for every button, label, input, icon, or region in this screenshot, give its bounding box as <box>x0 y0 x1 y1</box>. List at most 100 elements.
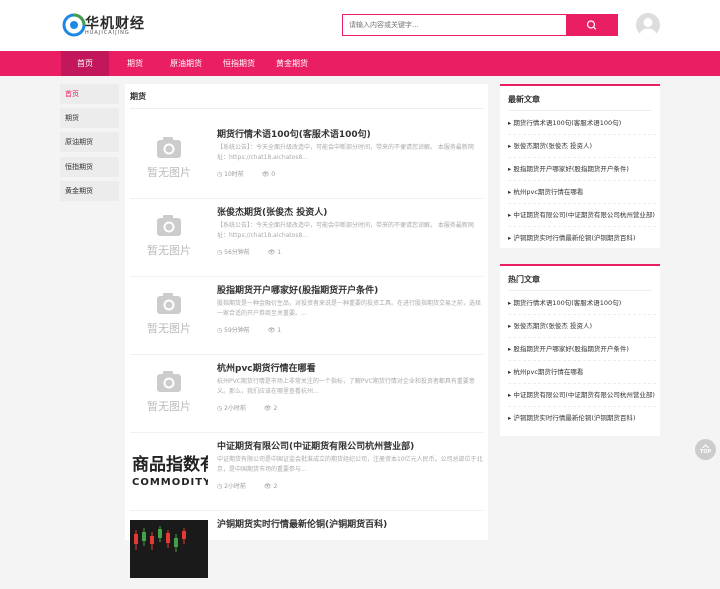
nav-item-hang-seng[interactable]: 恒指期货 <box>214 51 264 76</box>
user-avatar[interactable] <box>636 13 660 37</box>
article-thumbnail[interactable]: 商品指数有 COMMODITY IN <box>130 444 208 504</box>
section-divider <box>130 108 483 109</box>
search-input[interactable] <box>343 15 567 35</box>
latest-article-link[interactable]: ▸ 沪铜期货实时行情最新伦铜(沪铜期货百科) <box>508 227 656 250</box>
clock-icon: ◷ <box>217 171 223 178</box>
back-to-top-button[interactable]: TOP <box>695 439 716 460</box>
no-image-label: 暂无图片 <box>147 166 191 179</box>
article-excerpt: 股指期货是一种金融衍生品，对投资者来说是一种重要的投资工具。在进行股指期货交易之… <box>217 300 482 317</box>
hot-articles-title: 热门文章 <box>508 275 540 284</box>
search-icon <box>586 20 597 30</box>
article-item: 商品指数有 COMMODITY IN 中证期货有限公司(中证期货有限公司杭州营业… <box>130 433 483 511</box>
article-time: 56分钟前 <box>224 249 250 256</box>
article-excerpt: 杭州PVC期货行情是市场上非常关注的一个指标，了解PVC期货行情对企业和投资者都… <box>217 378 475 395</box>
article-thumbnail[interactable]: 暂无图片 <box>130 362 208 420</box>
article-meta: ◷ 59分钟前 👁 1 <box>217 325 281 334</box>
article-excerpt: 中证期货有限公司是中国证监会批准成立的期货经纪公司，注册资本10亿元人民币。公司… <box>217 456 483 473</box>
latest-article-label: 股指期货开户哪家好(股指期货开户条件) <box>513 165 629 173</box>
article-title[interactable]: 杭州pvc期货行情在哪看 <box>217 361 483 374</box>
hot-article-label: 沪铜期货实时行情最新伦铜(沪铜期货百科) <box>513 414 636 422</box>
article-meta: ◷ 2小时前 👁 2 <box>217 403 277 412</box>
search-button[interactable] <box>566 15 617 35</box>
hot-article-link[interactable]: ▸ 张俊杰期货(张俊杰 投资人) <box>508 315 656 338</box>
site-logo[interactable]: 华机财经 HUAJICAIJING <box>62 13 144 37</box>
latest-article-label: 中证期货有限公司(中证期货有限公司杭州营业部) <box>513 211 655 219</box>
article-time: 2小时前 <box>224 483 246 490</box>
hot-article-label: 杭州pvc期货行情在哪看 <box>513 368 584 376</box>
article-time: 2小时前 <box>224 405 246 412</box>
article-title[interactable]: 沪铜期货实时行情最新伦铜(沪铜期货百科) <box>217 517 483 530</box>
latest-article-label: 张俊杰期货(张俊杰 投资人) <box>513 142 592 150</box>
sidebar-item-hang-seng[interactable]: 恒指期货 <box>60 157 119 177</box>
article-time: 59分钟前 <box>224 327 250 334</box>
article-item: 暂无图片 期货行情术语100句(客服术语100句) 【系统公告】：今天全面升级改… <box>130 121 483 199</box>
latest-article-label: 期货行情术语100句(客服术语100句) <box>513 119 622 127</box>
article-meta: ◷ 2小时前 👁 2 <box>217 481 277 490</box>
search-bar <box>342 14 618 36</box>
article-meta: ◷ 10时前 👁 0 <box>217 169 275 178</box>
thumbnail-headline: 商品指数有 <box>132 455 208 475</box>
hot-article-link[interactable]: ▸ 杭州pvc期货行情在哪看 <box>508 361 656 384</box>
latest-article-link[interactable]: ▸ 股指期货开户哪家好(股指期货开户条件) <box>508 158 656 181</box>
article-views: 2 <box>273 483 278 490</box>
hot-article-link[interactable]: ▸ 沪铜期货实时行情最新伦铜(沪铜期货百科) <box>508 407 656 430</box>
article-views: 1 <box>277 249 282 256</box>
sidebar-item-home[interactable]: 首页 <box>60 84 119 104</box>
sidebar-item-gold[interactable]: 黄金期货 <box>60 181 119 201</box>
article-thumbnail[interactable]: 暂无图片 <box>130 128 208 186</box>
clock-icon: ◷ <box>217 405 223 412</box>
article-views: 1 <box>277 327 282 334</box>
latest-article-label: 杭州pvc期货行情在哪看 <box>513 188 584 196</box>
latest-article-link[interactable]: ▸ 杭州pvc期货行情在哪看 <box>508 181 656 204</box>
nav-item-gold[interactable]: 黄金期货 <box>267 51 317 76</box>
camera-icon <box>157 371 181 392</box>
article-title[interactable]: 张俊杰期货(张俊杰 投资人) <box>217 205 483 218</box>
article-title[interactable]: 中证期货有限公司(中证期货有限公司杭州营业部) <box>217 439 483 452</box>
article-thumbnail[interactable] <box>130 520 208 578</box>
clock-icon: ◷ <box>217 327 223 334</box>
sidebar-item-crude-oil[interactable]: 原油期货 <box>60 132 119 152</box>
article-excerpt: 【系统公告】：今天全面升级改造中，可能会中断部分时间，带来的不便请您谅解。 本服… <box>217 222 474 239</box>
no-image-label: 暂无图片 <box>147 322 191 335</box>
article-views: 2 <box>273 405 278 412</box>
hot-article-link[interactable]: ▸ 股指期货开户哪家好(股指期货开户条件) <box>508 338 656 361</box>
sidebar-item-futures[interactable]: 期货 <box>60 108 119 128</box>
nav-item-home[interactable]: 首页 <box>61 51 109 76</box>
eye-icon: 👁 <box>261 171 270 178</box>
article-item: 沪铜期货实时行情最新伦铜(沪铜期货百科) <box>130 511 483 589</box>
camera-icon <box>157 137 181 158</box>
latest-article-link[interactable]: ▸ 张俊杰期货(张俊杰 投资人) <box>508 135 656 158</box>
hot-article-link[interactable]: ▸ 期货行情术语100句(客服术语100句) <box>508 292 656 315</box>
hot-article-label: 期货行情术语100句(客服术语100句) <box>513 299 622 307</box>
hot-articles-box: 热门文章 ▸ 期货行情术语100句(客服术语100句) ▸ 张俊杰期货(张俊杰 … <box>500 264 660 436</box>
latest-article-link[interactable]: ▸ 中证期货有限公司(中证期货有限公司杭州营业部) <box>508 204 656 227</box>
user-icon <box>640 18 656 37</box>
latest-article-label: 沪铜期货实时行情最新伦铜(沪铜期货百科) <box>513 234 636 242</box>
nav-item-futures[interactable]: 期货 <box>115 51 155 76</box>
article-title[interactable]: 期货行情术语100句(客服术语100句) <box>217 127 483 140</box>
eye-icon: 👁 <box>263 483 272 490</box>
box-divider <box>508 110 652 111</box>
chart-thumbnail-icon <box>134 526 186 552</box>
article-title[interactable]: 股指期货开户哪家好(股指期货开户条件) <box>217 283 483 296</box>
clock-icon: ◷ <box>217 249 223 256</box>
article-thumbnail[interactable]: 暂无图片 <box>130 284 208 342</box>
hot-article-link[interactable]: ▸ 中证期货有限公司(中证期货有限公司杭州营业部) <box>508 384 656 407</box>
logo-icon <box>62 13 86 37</box>
box-divider <box>508 290 652 291</box>
section-title: 期货 <box>130 92 146 101</box>
no-image-label: 暂无图片 <box>147 400 191 413</box>
eye-icon: 👁 <box>267 249 276 256</box>
camera-icon <box>157 293 181 314</box>
hot-article-label: 股指期货开户哪家好(股指期货开户条件) <box>513 345 629 353</box>
latest-article-link[interactable]: ▸ 期货行情术语100句(客服术语100句) <box>508 112 656 135</box>
article-excerpt: 【系统公告】：今天全面升级改造中，可能会中断部分时间，带来的不便请您谅解。 本服… <box>217 144 474 161</box>
article-thumbnail[interactable]: 暂无图片 <box>130 206 208 264</box>
article-list: 期货 暂无图片 期货行情术语100句(客服术语100句) 【系统公告】：今天全面… <box>125 84 488 578</box>
latest-articles-title: 最新文章 <box>508 95 540 104</box>
logo-subtext: HUAJICAIJING <box>85 30 130 36</box>
article-meta: ◷ 56分钟前 👁 1 <box>217 247 281 256</box>
article-time: 10时前 <box>224 171 244 178</box>
article-item: 暂无图片 股指期货开户哪家好(股指期货开户条件) 股指期货是一种金融衍生品，对投… <box>130 277 483 355</box>
nav-item-crude-oil[interactable]: 原油期货 <box>161 51 211 76</box>
